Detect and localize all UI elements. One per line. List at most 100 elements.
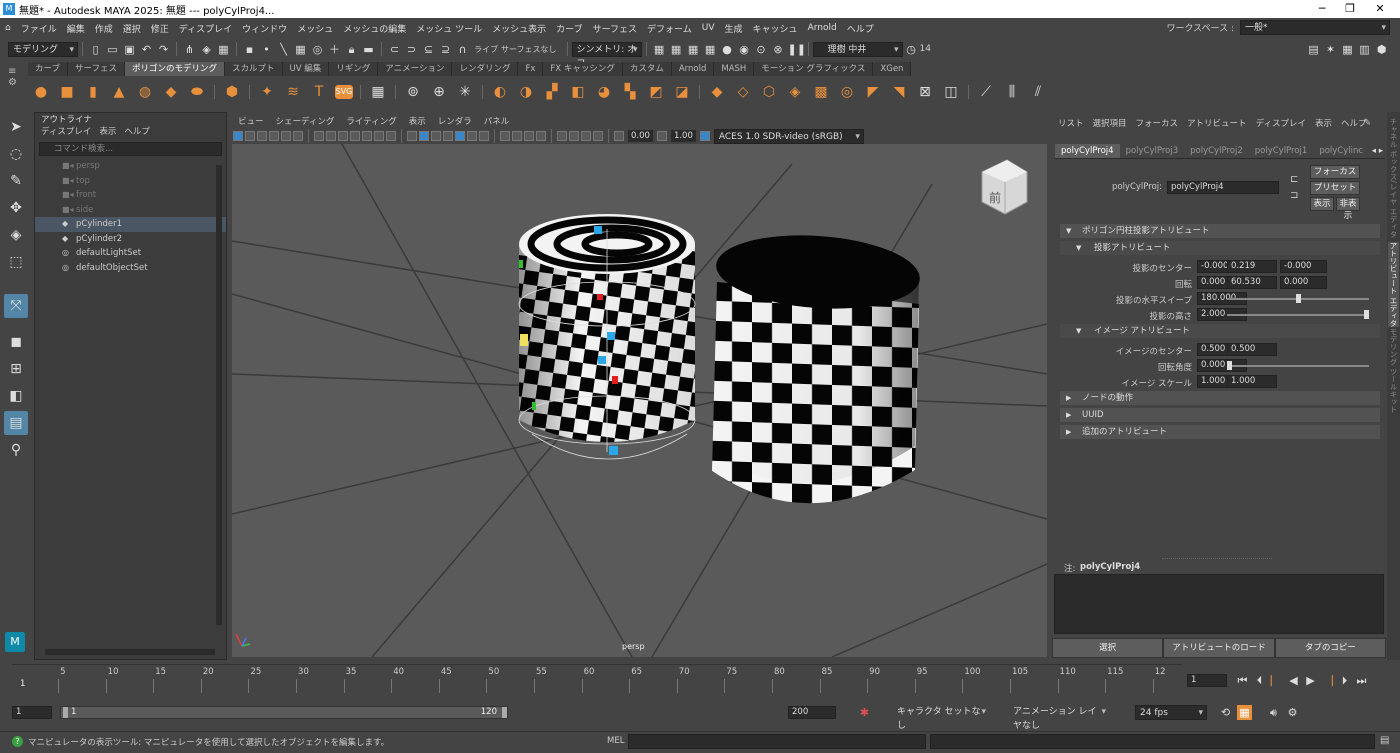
shelf-handle[interactable]: ≡ ⚙ [8, 66, 20, 104]
ae-menu-display[interactable]: ディスプレイ [1256, 117, 1306, 129]
collapse-icon[interactable]: ◎ [837, 82, 857, 102]
open-scene-icon[interactable]: ▭ [105, 42, 120, 57]
side-tab-channel-box[interactable]: チャネル ボックス/レイヤ エディタ [1388, 118, 1399, 238]
shelf-tab-xgen[interactable]: XGen [873, 62, 912, 76]
multi-cut-icon[interactable]: ⟋ [976, 82, 996, 102]
shadows-icon[interactable] [479, 131, 489, 141]
step-forward-frame-icon[interactable]: ⎹ [1320, 673, 1335, 688]
vp-menu-renderer[interactable]: レンダラ [438, 115, 472, 127]
notes-splitter[interactable] [1162, 558, 1272, 559]
undo-icon[interactable]: ↶ [139, 42, 154, 57]
mesh-grid-icon[interactable]: ▦ [368, 82, 388, 102]
shelf-tab-poly-modeling[interactable]: ポリゴンのモデリング [125, 62, 226, 76]
outliner-menu-show[interactable]: 表示 [99, 125, 116, 139]
extract-icon[interactable]: ◩ [646, 82, 666, 102]
outliner-scrollbar[interactable] [216, 165, 222, 625]
clock-icon[interactable]: ◷ [904, 42, 919, 57]
poly-disc-icon[interactable]: ⬬ [187, 82, 207, 102]
shelf-tab-custom[interactable]: カスタム [622, 62, 672, 76]
menu-edit-mesh[interactable]: メッシュの編集 [338, 22, 411, 35]
use-all-lights-icon[interactable] [467, 131, 477, 141]
gamma-icon[interactable] [656, 131, 667, 141]
xray-components-icon[interactable] [593, 131, 603, 141]
hypershade-icon[interactable]: ● [720, 42, 735, 57]
attribute-editor-icon[interactable]: ▦ [1340, 42, 1355, 57]
mirror-icon[interactable]: ⊚ [403, 82, 423, 102]
shelf-tab-rendering[interactable]: レンダリング [452, 62, 519, 76]
section-extra-attrs[interactable]: 追加のアトリビュート [1060, 425, 1380, 439]
menu-display[interactable]: ディスプレイ [174, 22, 237, 35]
safe-title-icon[interactable] [386, 131, 396, 141]
step-forward-key-icon[interactable]: ⏵ [1337, 673, 1352, 688]
select-button[interactable]: 選択 [1052, 638, 1164, 658]
select-object-icon[interactable]: ◈ [199, 42, 214, 57]
snap-view-icon[interactable]: ⊆ [421, 42, 436, 57]
focus-input-icon[interactable]: ⊏ [1290, 174, 1298, 185]
anim-layer-dropdown[interactable]: アニメーション レイヤなし [1009, 704, 1109, 731]
vp-menu-panels[interactable]: パネル [484, 115, 510, 127]
poly-plane-icon[interactable]: ◆ [161, 82, 181, 102]
depth-of-field-icon[interactable] [536, 131, 546, 141]
exposure-field[interactable]: 0.00 [628, 130, 653, 142]
view-transform-dropdown[interactable]: ACES 1.0 SDR-video (sRGB) [713, 128, 864, 144]
snap-curve-icon[interactable]: ▬ [361, 42, 376, 57]
menu-generate[interactable]: 生成 [720, 22, 748, 35]
edge-icon[interactable]: ╲ [276, 42, 291, 57]
menu-deform[interactable]: デフォーム [642, 22, 697, 35]
motion-blur-icon[interactable] [512, 131, 522, 141]
rotate-y[interactable]: 60.530 [1227, 276, 1277, 289]
poly-cone-icon[interactable]: ▲ [109, 82, 129, 102]
shelf-tab-fx-caching[interactable]: FX キャッシング [543, 62, 623, 76]
ae-tab-polycylproj3[interactable]: polyCylProj3 [1120, 144, 1185, 158]
sweep-slider-handle[interactable] [1295, 294, 1301, 303]
current-frame-field[interactable]: 1 [1187, 673, 1227, 687]
vp-menu-shading[interactable]: シェーディング [276, 115, 335, 127]
vp-menu-lighting[interactable]: ライティング [346, 115, 396, 127]
svg-icon[interactable]: SVG [335, 85, 353, 99]
poly-cube-icon[interactable]: ■ [57, 82, 77, 102]
bookmark-icon[interactable] [257, 131, 267, 141]
outliner-hscrollbar[interactable] [45, 649, 215, 655]
offset-edge-loop-icon[interactable]: ⫽ [1028, 82, 1048, 102]
safe-action-icon[interactable] [374, 131, 384, 141]
separate-icon[interactable]: ◑ [516, 82, 536, 102]
cached-playback-icon[interactable]: ▦ [1237, 704, 1252, 720]
shelf-tab-arnold[interactable]: Arnold [671, 62, 715, 76]
platonic-solid-icon[interactable]: ⬢ [222, 82, 242, 102]
side-tab-modeling-toolkit[interactable]: モデリング ツールキット [1388, 328, 1399, 413]
outliner-menu-display[interactable]: ディスプレイ [41, 125, 91, 139]
time-slider[interactable]: 5 10 15 20 25 30 35 40 45 50 55 60 65 70 75 80 85 90 95 100… [12, 664, 1182, 694]
modeling-toolkit-icon[interactable]: ▤ [1306, 42, 1321, 57]
single-perspective-layout-icon[interactable]: ◼ [4, 330, 28, 354]
target-weld-icon[interactable]: ◫ [941, 82, 961, 102]
outliner-row-side[interactable]: ■◂ side [35, 203, 226, 218]
2d-pan-icon[interactable] [281, 131, 291, 141]
outliner-toggle-icon[interactable]: ▤ [4, 411, 28, 435]
menu-surfaces[interactable]: サーフェス [588, 22, 642, 35]
section-cyl-proj-attrs[interactable]: ポリゴン円柱投影アトリビュート [1060, 224, 1380, 238]
character-controls-icon[interactable]: ✶ [1323, 42, 1338, 57]
viewport-scene[interactable]: 前 [232, 144, 1047, 657]
user-account-dropdown[interactable]: 理樹 中井 [812, 41, 903, 57]
screen-ao-icon[interactable] [500, 131, 510, 141]
search-icon[interactable]: ⚲ [4, 438, 28, 462]
outliner-row-pCylinder2[interactable]: ◆ pCylinder2 [35, 232, 226, 247]
shelf-tab-rigging[interactable]: リギング [329, 62, 379, 76]
ipr-icon[interactable]: ▦ [686, 42, 701, 57]
outliner-row-front[interactable]: ■◂ front [35, 188, 226, 203]
sweep-mesh-icon[interactable]: ≋ [283, 82, 303, 102]
redo-icon[interactable]: ↷ [156, 42, 171, 57]
loop-icon[interactable]: ⟲ [1218, 705, 1233, 720]
field-chart-icon[interactable] [362, 131, 372, 141]
menu-uv[interactable]: UV [697, 23, 720, 33]
ae-tab-polycylproj2[interactable]: polyCylProj2 [1184, 144, 1249, 158]
shelf-tab-animation[interactable]: アニメーション [378, 62, 453, 76]
go-to-end-icon[interactable]: ⏭ [1354, 673, 1369, 688]
color-management-icon[interactable] [699, 131, 710, 141]
character-set-dropdown[interactable]: キャラクタ セットなし [893, 704, 989, 731]
bridge-icon[interactable]: ◇ [733, 82, 753, 102]
menu-modify[interactable]: 修正 [146, 22, 174, 35]
render-settings-icon[interactable]: ▦ [703, 42, 718, 57]
ae-menu-show[interactable]: 表示 [1315, 117, 1332, 129]
anim-end-field[interactable]: 200 [788, 705, 836, 719]
